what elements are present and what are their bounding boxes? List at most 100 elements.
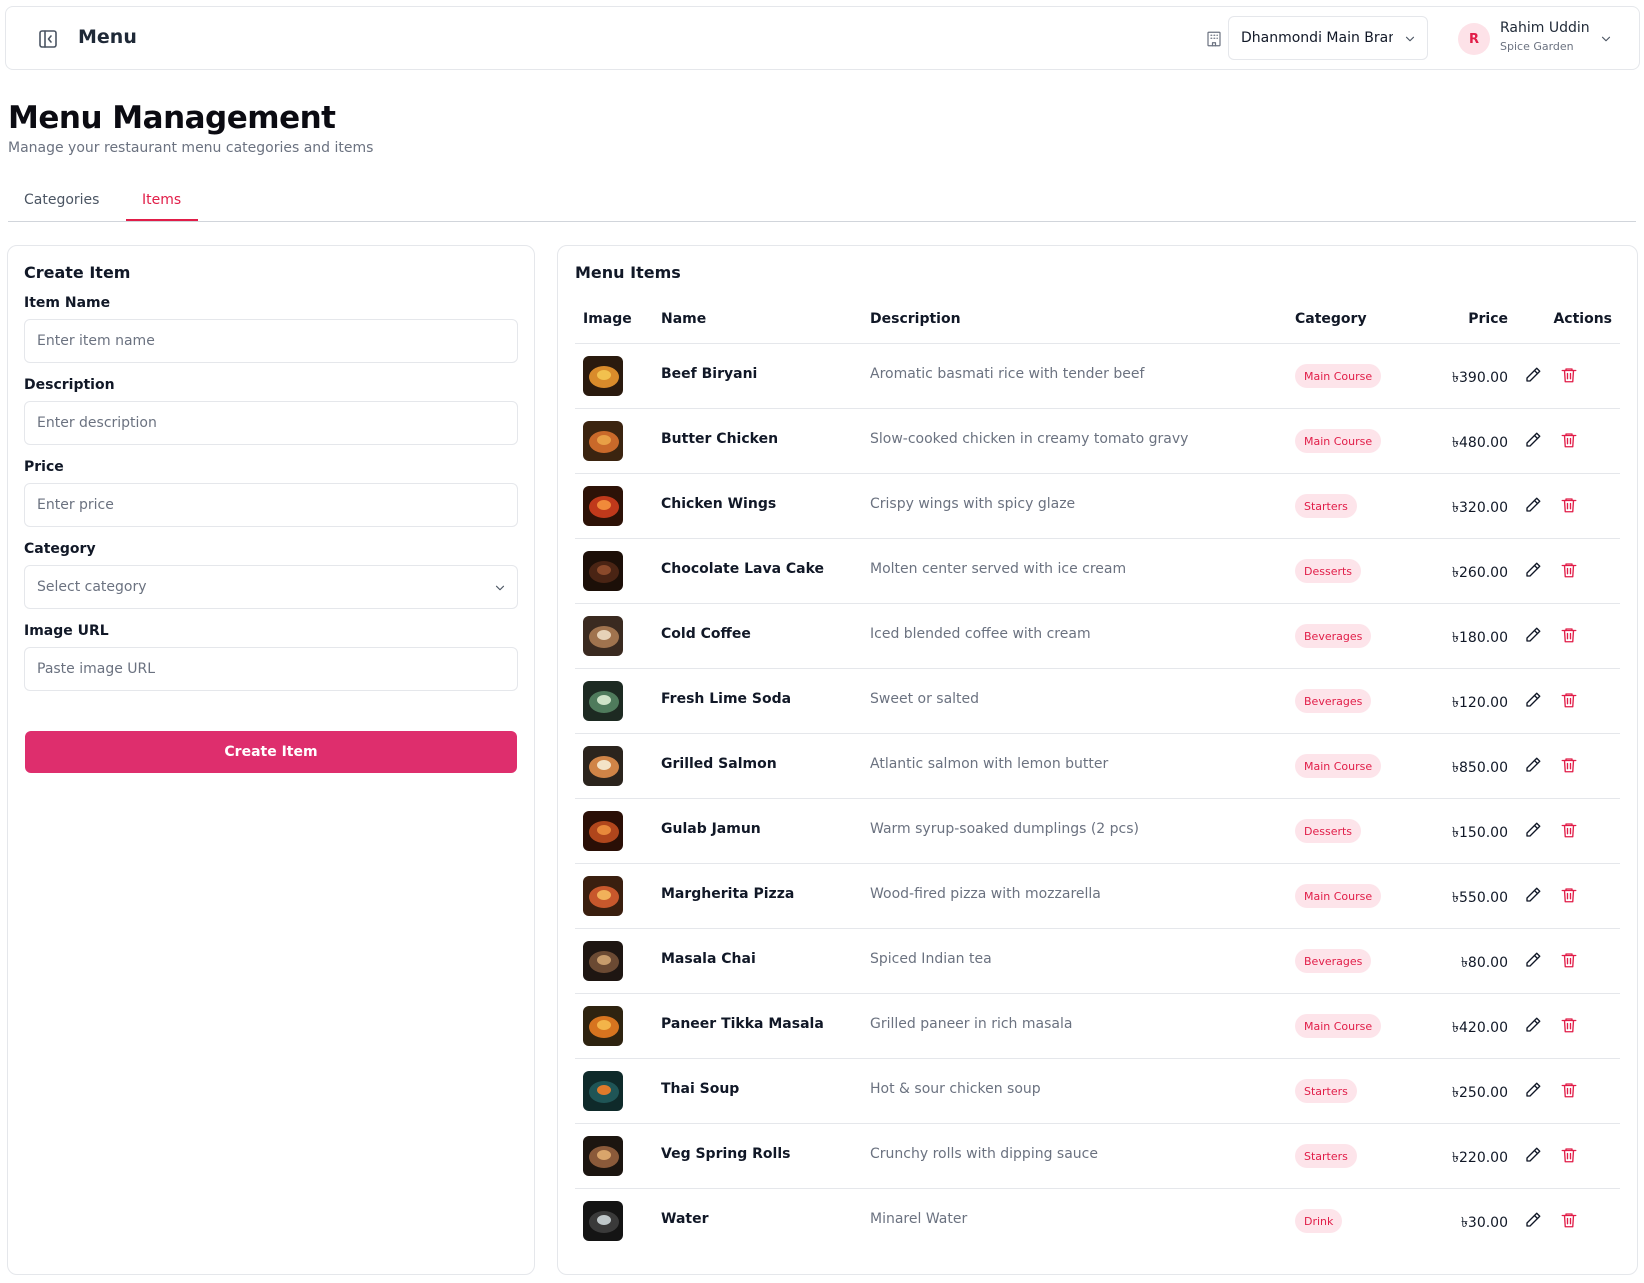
item-price: ৳850.00 (1452, 760, 1508, 776)
category-badge: Main Course (1295, 754, 1382, 778)
pencil-icon[interactable] (1524, 496, 1542, 514)
avatar[interactable]: R (1458, 23, 1490, 55)
item-description: Slow-cooked chicken in creamy tomato gra… (870, 431, 1189, 447)
item-name: Beef Biryani (661, 366, 758, 382)
pencil-icon[interactable] (1524, 886, 1542, 904)
pencil-icon[interactable] (1524, 691, 1542, 709)
pencil-icon[interactable] (1524, 951, 1542, 969)
tab-items[interactable]: Items (142, 192, 181, 208)
chevron-down-icon (1405, 36, 1415, 42)
category-badge: Starters (1295, 1079, 1357, 1103)
pencil-icon[interactable] (1524, 821, 1542, 839)
page-subtitle: Manage your restaurant menu categories a… (8, 140, 374, 156)
item-description: Aromatic basmati rice with tender beef (870, 366, 1145, 382)
table-header: Image Name Description Category Price Ac… (575, 294, 1620, 344)
column-header-price: Price (1468, 311, 1508, 327)
branch-select[interactable]: Dhanmondi Main Branch (1228, 16, 1428, 60)
item-price: ৳480.00 (1452, 435, 1508, 451)
active-tab-indicator (126, 219, 198, 221)
trash-icon[interactable] (1560, 756, 1578, 774)
pencil-icon[interactable] (1524, 1016, 1542, 1034)
category-badge: Main Course (1295, 884, 1382, 908)
column-header-description: Description (870, 311, 961, 327)
column-header-name: Name (661, 311, 707, 327)
table-row: Butter Chicken Slow-cooked chicken in cre… (575, 409, 1620, 474)
item-description: Crunchy rolls with dipping sauce (870, 1146, 1098, 1162)
category-select[interactable]: Select category (24, 565, 518, 609)
table-row: Fresh Lime Soda Sweet or salted Beverages ৳… (575, 669, 1620, 734)
table-row: Margherita Pizza Wood-fired pizza with mo… (575, 864, 1620, 929)
item-description: Wood-fired pizza with mozzarella (870, 886, 1101, 902)
pencil-icon[interactable] (1524, 756, 1542, 774)
item-image (583, 1006, 623, 1046)
pencil-icon[interactable] (1524, 1146, 1542, 1164)
category-label: Category (24, 541, 96, 557)
trash-icon[interactable] (1560, 431, 1578, 449)
trash-icon[interactable] (1560, 951, 1578, 969)
trash-icon[interactable] (1560, 626, 1578, 644)
pencil-icon[interactable] (1524, 1081, 1542, 1099)
price-label: Price (24, 459, 64, 475)
item-name: Chicken Wings (661, 496, 777, 512)
trash-icon[interactable] (1560, 1081, 1578, 1099)
description-input[interactable] (24, 401, 518, 445)
trash-icon[interactable] (1560, 1016, 1578, 1034)
page-title: Menu Management (8, 100, 336, 136)
category-badge: Desserts (1295, 819, 1362, 843)
panel-left-icon[interactable] (36, 27, 60, 51)
item-name: Grilled Salmon (661, 756, 777, 772)
item-price: ৳260.00 (1452, 565, 1508, 581)
trash-icon[interactable] (1560, 366, 1578, 384)
trash-icon[interactable] (1560, 1146, 1578, 1164)
trash-icon[interactable] (1560, 821, 1578, 839)
item-name: Veg Spring Rolls (661, 1146, 791, 1162)
pencil-icon[interactable] (1524, 561, 1542, 579)
pencil-icon[interactable] (1524, 366, 1542, 384)
item-name: Masala Chai (661, 951, 756, 967)
trash-icon[interactable] (1560, 1211, 1578, 1229)
item-description: Warm syrup-soaked dumplings (2 pcs) (870, 821, 1139, 837)
item-description: Hot & sour chicken soup (870, 1081, 1041, 1097)
item-price: ৳390.00 (1452, 370, 1508, 386)
pencil-icon[interactable] (1524, 1211, 1542, 1229)
item-name-label: Item Name (24, 295, 111, 311)
trash-icon[interactable] (1560, 691, 1578, 709)
item-description: Minarel Water (870, 1211, 968, 1227)
item-image (583, 811, 623, 851)
trash-icon[interactable] (1560, 561, 1578, 579)
table-row: Cold Coffee Iced blended coffee with crea… (575, 604, 1620, 669)
category-badge: Starters (1295, 494, 1357, 518)
trash-icon[interactable] (1560, 886, 1578, 904)
user-name: Rahim Uddin (1500, 20, 1590, 36)
item-image (583, 1071, 623, 1111)
building-icon (1207, 31, 1221, 47)
price-input[interactable] (24, 483, 518, 527)
item-image (583, 746, 623, 786)
item-name: Butter Chicken (661, 431, 779, 447)
pencil-icon[interactable] (1524, 626, 1542, 644)
item-name-input[interactable] (24, 319, 518, 363)
item-price: ৳30.00 (1460, 1215, 1508, 1231)
chevron-down-icon (495, 585, 505, 591)
column-header-actions: Actions (1553, 311, 1612, 327)
item-name: Paneer Tikka Masala (661, 1016, 824, 1032)
item-name: Chocolate Lava Cake (661, 561, 825, 577)
item-price: ৳220.00 (1452, 1150, 1508, 1166)
item-image (583, 616, 623, 656)
item-description: Grilled paneer in rich masala (870, 1016, 1073, 1032)
table-row: Thai Soup Hot & sour chicken soup Starters… (575, 1059, 1620, 1124)
item-price: ৳550.00 (1452, 890, 1508, 906)
pencil-icon[interactable] (1524, 431, 1542, 449)
menu-items-title: Menu Items (575, 263, 681, 282)
item-price: ৳150.00 (1452, 825, 1508, 841)
image-url-input[interactable] (24, 647, 518, 691)
table-row: Water Minarel Water Drink ৳30.00 (575, 1189, 1620, 1254)
chevron-down-icon[interactable] (1599, 32, 1613, 46)
category-badge: Beverages (1295, 949, 1372, 973)
trash-icon[interactable] (1560, 496, 1578, 514)
top-bar-title: Menu (78, 26, 137, 48)
create-item-button[interactable]: Create Item (25, 731, 517, 773)
tab-categories[interactable]: Categories (24, 192, 99, 208)
column-header-category: Category (1295, 311, 1367, 327)
item-image (583, 876, 623, 916)
